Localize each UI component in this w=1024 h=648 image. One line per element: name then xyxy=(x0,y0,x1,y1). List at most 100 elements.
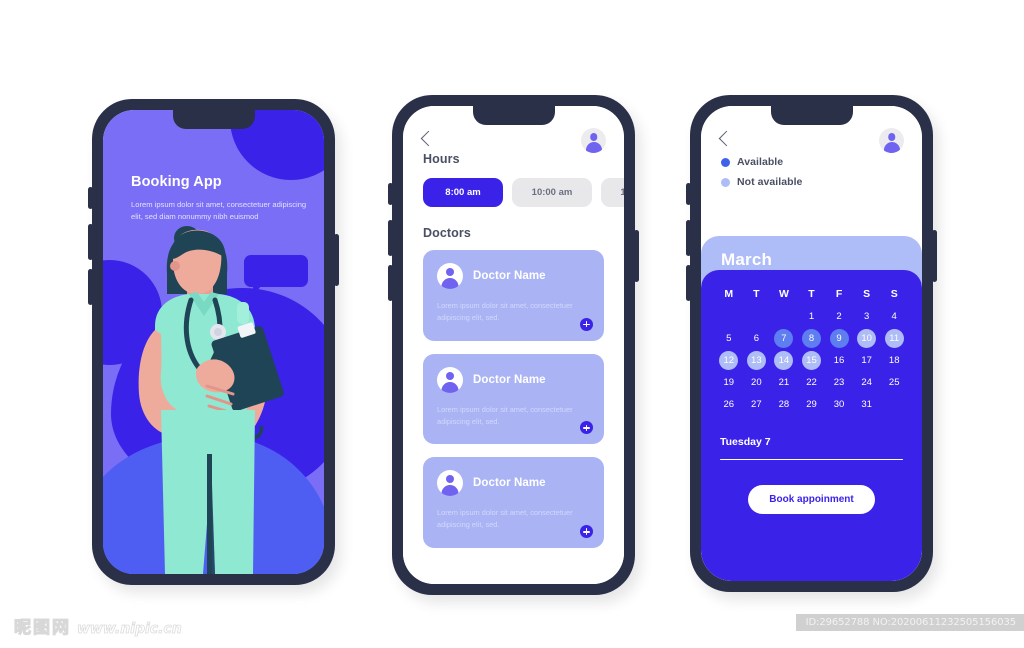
calendar-cell: 16 xyxy=(825,350,853,370)
calendar-day-2[interactable]: 2 xyxy=(830,307,849,326)
calendar-day-30[interactable]: 30 xyxy=(830,395,849,414)
phone3-mute-switch[interactable] xyxy=(686,183,691,205)
hour-slot-0[interactable]: 8:00 am xyxy=(423,178,503,207)
calendar-day-11[interactable]: 11 xyxy=(884,328,904,348)
doctor-name: Doctor Name xyxy=(473,373,546,386)
calendar-cell: 9 xyxy=(825,328,853,348)
calendar-cell: 1 xyxy=(798,306,826,326)
phone2-volume-up-button[interactable] xyxy=(388,220,393,256)
calendar-body: MTWTFSS 1 2 3 4 5 6 7 8 9 10 11 12 13 14 15 16 17 18 19 20 2… xyxy=(701,270,922,581)
doctors-heading: Doctors xyxy=(423,226,471,240)
hours-heading: Hours xyxy=(423,152,460,166)
calendar-cell: 15 xyxy=(798,350,826,370)
doctor-card[interactable]: Doctor Name Lorem ipsum dolor sit amet, … xyxy=(423,250,604,341)
legend-label-not-available: Not available xyxy=(737,176,803,188)
calendar-day-19[interactable]: 19 xyxy=(719,373,738,392)
phone1-volume-down-button[interactable] xyxy=(88,269,93,305)
phone3-volume-up-button[interactable] xyxy=(686,220,691,256)
calendar-day-13[interactable]: 13 xyxy=(746,350,766,370)
calendar-day-27[interactable]: 27 xyxy=(747,395,766,414)
watermark-id: ID:29652788 NO:20200611232505156035 xyxy=(795,614,1024,631)
calendar-day-5[interactable]: 5 xyxy=(719,329,738,348)
calendar-month-label: March xyxy=(721,250,773,269)
doctor-card[interactable]: Doctor Name Lorem ipsum dolor sit amet, … xyxy=(423,353,604,445)
doctor-description: Lorem ipsum dolor sit amet, consectetuer… xyxy=(437,404,573,426)
legend-dot-not-available-icon xyxy=(721,177,730,187)
calendar-cell: 7 xyxy=(770,328,798,348)
calendar-day-20[interactable]: 20 xyxy=(747,373,766,392)
calendar-day-7[interactable]: 7 xyxy=(774,328,794,348)
calendar-cell: 21 xyxy=(770,372,798,392)
calendar-day-12[interactable]: 12 xyxy=(719,350,739,370)
calendar-day-4[interactable]: 4 xyxy=(885,307,904,326)
phone1-power-button[interactable] xyxy=(334,234,339,286)
avatar-body-shape xyxy=(883,142,900,153)
calendar-day-31[interactable]: 31 xyxy=(857,395,876,414)
phone1-volume-up-button[interactable] xyxy=(88,224,93,260)
calendar-day-8[interactable]: 8 xyxy=(801,328,821,348)
availability-legend: Available Not available xyxy=(701,152,922,188)
calendar-cell: 19 xyxy=(715,372,743,392)
calendar-cell: 20 xyxy=(743,372,771,392)
calendar-day-14[interactable]: 14 xyxy=(774,350,794,370)
calendar-cell: 30 xyxy=(825,394,853,414)
calendar-cell: 11 xyxy=(880,328,908,348)
calendar-cell: 25 xyxy=(880,372,908,392)
doctor-description: Lorem ipsum dolor sit amet, consectetuer… xyxy=(437,508,573,530)
phone2-volume-down-button[interactable] xyxy=(388,265,393,301)
avatar-head-shape xyxy=(446,475,454,484)
profile-avatar-icon[interactable] xyxy=(879,128,904,153)
calendar-day-grid: 1 2 3 4 5 6 7 8 9 10 11 12 13 14 15 16 17 18 19 20 21 22 23 24 2… xyxy=(715,306,908,414)
phone2-power-button[interactable] xyxy=(634,230,639,282)
calendar-screen: Available Not available March MTWTFSS 12… xyxy=(701,106,922,581)
calendar-blank-cell xyxy=(715,306,743,326)
doctor-description: Lorem ipsum dolor sit amet, consectetuer… xyxy=(437,301,573,322)
calendar-day-17[interactable]: 17 xyxy=(857,351,876,370)
phone2-notch xyxy=(472,106,555,125)
doctor-card[interactable]: Doctor Name Lorem ipsum dolor sit amet, … xyxy=(423,457,604,549)
hour-slot-1[interactable]: 10:00 am xyxy=(512,178,592,207)
add-doctor-plus-icon[interactable] xyxy=(580,525,593,539)
add-doctor-plus-icon[interactable] xyxy=(580,317,593,331)
calendar-weekday-1: T xyxy=(753,288,760,300)
selected-date-label: Tuesday 7 xyxy=(720,436,771,448)
doctor-card-header: Doctor Name xyxy=(437,263,590,289)
calendar-blank-cell xyxy=(770,306,798,326)
doctor-card-header: Doctor Name xyxy=(437,366,590,393)
calendar-weekday-3: T xyxy=(808,288,815,300)
calendar-day-21[interactable]: 21 xyxy=(774,373,793,392)
calendar-day-15[interactable]: 15 xyxy=(801,350,821,370)
phone-mockup-onboarding: Booking App Lorem ipsum dolor sit amet, … xyxy=(88,99,339,585)
calendar-day-25[interactable]: 25 xyxy=(885,373,904,392)
back-chevron-icon[interactable] xyxy=(718,130,735,147)
onboarding-screen: Booking App Lorem ipsum dolor sit amet, … xyxy=(103,110,324,574)
calendar-day-16[interactable]: 16 xyxy=(830,351,849,370)
calendar-day-18[interactable]: 18 xyxy=(885,351,904,370)
watermark-site: 昵图网 www.nipic.cn xyxy=(14,613,183,639)
calendar-day-6[interactable]: 6 xyxy=(747,329,766,348)
calendar-day-22[interactable]: 22 xyxy=(802,373,821,392)
watermark-site-url: www.nipic.cn xyxy=(77,621,183,638)
profile-avatar-icon[interactable] xyxy=(581,128,606,153)
doctor-avatar-icon xyxy=(437,366,463,393)
calendar-day-9[interactable]: 9 xyxy=(829,328,849,348)
phone3-volume-down-button[interactable] xyxy=(686,265,691,301)
calendar-day-3[interactable]: 3 xyxy=(857,307,876,326)
hour-slot-list: 8:00 am 10:00 am 12:00 pm xyxy=(403,166,624,207)
phone1-mute-switch[interactable] xyxy=(88,187,93,209)
calendar-day-24[interactable]: 24 xyxy=(857,373,876,392)
avatar-body-shape xyxy=(441,381,459,393)
calendar-day-28[interactable]: 28 xyxy=(774,395,793,414)
back-chevron-icon[interactable] xyxy=(420,130,437,147)
phone3-power-button[interactable] xyxy=(932,230,937,282)
phone2-mute-switch[interactable] xyxy=(388,183,393,205)
hour-slot-2[interactable]: 12:00 pm xyxy=(601,178,624,207)
legend-item-available: Available xyxy=(721,156,902,168)
book-appointment-button[interactable]: Book appoinment xyxy=(748,485,875,515)
calendar-day-10[interactable]: 10 xyxy=(857,328,877,348)
calendar-day-26[interactable]: 26 xyxy=(719,395,738,414)
calendar-day-23[interactable]: 23 xyxy=(830,373,849,392)
calendar-day-1[interactable]: 1 xyxy=(802,307,821,326)
add-doctor-plus-icon[interactable] xyxy=(580,421,593,435)
calendar-day-29[interactable]: 29 xyxy=(802,395,821,414)
